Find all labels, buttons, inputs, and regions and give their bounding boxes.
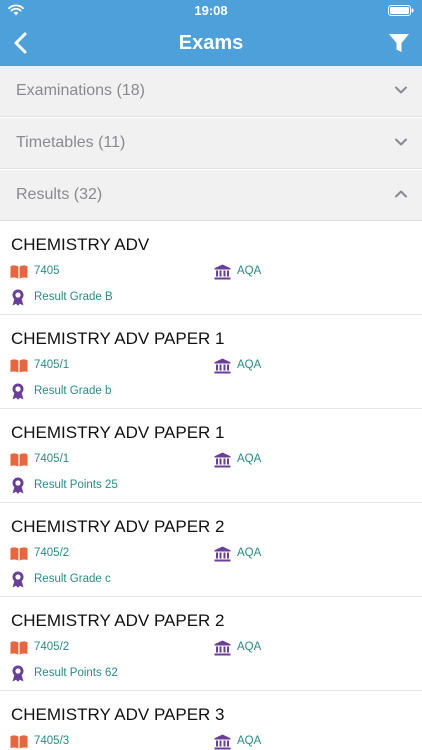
status-time: 19:08	[194, 3, 228, 18]
award-icon	[12, 665, 24, 682]
result-row[interactable]: CHEMISTRY ADV PAPER 1 7405/1 AQA Result …	[0, 315, 422, 409]
exam-result: Result Points 25	[34, 479, 118, 491]
institution-icon	[214, 452, 231, 468]
exam-title: CHEMISTRY ADV PAPER 3	[11, 705, 225, 724]
exam-code: 7405/1	[34, 453, 70, 465]
section-results[interactable]: Results (32)	[0, 170, 422, 221]
result-row[interactable]: CHEMISTRY ADV 7405 AQA Result Grade B	[0, 221, 422, 315]
exam-code: 7405/3	[34, 735, 70, 747]
chevron-down-icon	[395, 86, 407, 94]
exam-result: Result Grade B	[34, 291, 113, 303]
exam-board: AQA	[237, 265, 262, 277]
section-examinations[interactable]: Examinations (18)	[0, 66, 422, 117]
award-icon	[12, 571, 24, 588]
nav-bar: Exams	[0, 20, 422, 66]
institution-icon	[214, 264, 231, 280]
result-row[interactable]: CHEMISTRY ADV PAPER 2 7405/2 AQA Result …	[0, 597, 422, 691]
filter-icon[interactable]	[388, 32, 410, 54]
chevron-down-icon	[395, 138, 407, 146]
result-row[interactable]: CHEMISTRY ADV PAPER 1 7405/1 AQA Result …	[0, 409, 422, 503]
section-label: Timetables (11)	[16, 134, 126, 151]
exam-board: AQA	[237, 453, 262, 465]
page-title: Exams	[178, 32, 244, 54]
book-icon	[10, 453, 28, 467]
status-bar: 19:08	[0, 0, 422, 20]
exam-title: CHEMISTRY ADV PAPER 1	[11, 423, 225, 442]
book-icon	[10, 735, 28, 749]
exam-title: CHEMISTRY ADV PAPER 2	[11, 611, 225, 630]
book-icon	[10, 359, 28, 373]
battery-icon	[388, 5, 414, 16]
book-icon	[10, 265, 28, 279]
chevron-up-icon	[395, 190, 407, 198]
exam-title: CHEMISTRY ADV PAPER 2	[11, 517, 225, 536]
exam-title: CHEMISTRY ADV PAPER 1	[11, 329, 225, 348]
book-icon	[10, 641, 28, 655]
exam-title: CHEMISTRY ADV	[11, 235, 150, 254]
exam-board: AQA	[237, 359, 262, 371]
exam-code: 7405/2	[34, 547, 70, 559]
exam-code: 7405/1	[34, 359, 70, 371]
institution-icon	[214, 640, 231, 656]
exam-code: 7405	[34, 265, 60, 277]
section-timetables[interactable]: Timetables (11)	[0, 118, 422, 169]
award-icon	[12, 383, 24, 400]
results-list: CHEMISTRY ADV 7405 AQA Result Grade B CH…	[0, 221, 422, 750]
institution-icon	[214, 358, 231, 374]
award-icon	[12, 289, 24, 306]
institution-icon	[214, 734, 231, 750]
section-label: Examinations (18)	[16, 82, 145, 99]
exam-result: Result Grade b	[34, 385, 112, 397]
section-label: Results (32)	[16, 186, 103, 203]
award-icon	[12, 477, 24, 494]
exam-result: Result Grade c	[34, 573, 111, 585]
exam-board: AQA	[237, 735, 262, 747]
result-row[interactable]: CHEMISTRY ADV PAPER 3 7405/3 AQA	[0, 691, 422, 750]
exam-board: AQA	[237, 641, 262, 653]
result-row[interactable]: CHEMISTRY ADV PAPER 2 7405/2 AQA Result …	[0, 503, 422, 597]
book-icon	[10, 547, 28, 561]
institution-icon	[214, 546, 231, 562]
exam-board: AQA	[237, 547, 262, 559]
exam-result: Result Points 62	[34, 667, 118, 679]
exam-code: 7405/2	[34, 641, 70, 653]
